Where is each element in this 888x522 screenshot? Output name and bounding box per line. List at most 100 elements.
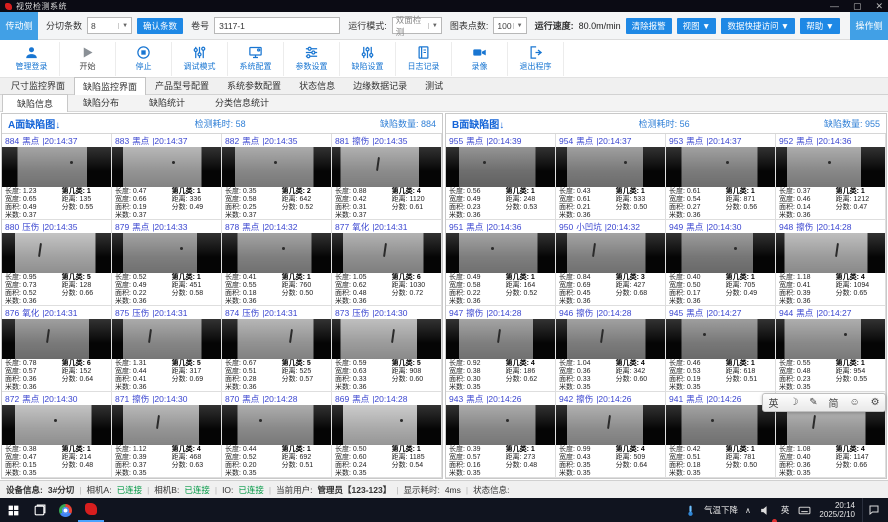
defect-cell[interactable]: 949黑点|20:14:30长度: 0.40第几类: 1宽度: 0.50距离: …	[666, 220, 776, 306]
defect-image[interactable]	[666, 319, 775, 359]
weather-icon[interactable]	[683, 498, 697, 522]
defect-cell[interactable]: 948擦伤|20:14:28长度: 1.18第几类: 4宽度: 0.41距离: …	[776, 220, 886, 306]
tab-main-5[interactable]: 状态信息	[290, 76, 344, 94]
tab-sub-1[interactable]: 缺陷信息	[2, 94, 68, 112]
action-login-button[interactable]: 管理登录	[4, 42, 60, 76]
tab-sub-3[interactable]: 缺陷统计	[134, 93, 200, 111]
defect-image[interactable]	[2, 233, 111, 273]
volume-icon[interactable]	[758, 498, 774, 522]
data-quick-access-button[interactable]: 数据快捷访问 ▼	[721, 18, 795, 34]
tab-main-1[interactable]: 尺寸监控界面	[2, 76, 74, 94]
slit-count-select[interactable]: 8▼	[87, 17, 132, 34]
defect-cell[interactable]: 870黑点|20:14:28长度: 0.44第几类: 1宽度: 0.52距离: …	[222, 392, 332, 478]
tab-main-4[interactable]: 系统参数配置	[218, 76, 290, 94]
defect-cell[interactable]: 947擦伤|20:14:28长度: 0.92第几类: 4宽度: 0.38距离: …	[446, 306, 556, 392]
defect-image[interactable]	[776, 233, 885, 273]
defect-image[interactable]	[446, 233, 555, 273]
confirm-count-button[interactable]: 确认条数	[137, 18, 183, 34]
defect-cell[interactable]: 945黑点|20:14:27长度: 0.46第几类: 1宽度: 0.53距离: …	[666, 306, 776, 392]
defect-cell[interactable]: 884黑点|20:14:37长度: 1.23第几类: 1宽度: 0.65距离: …	[2, 134, 112, 220]
defect-image[interactable]	[112, 405, 221, 445]
action-param-settings-button[interactable]: 参数设置	[284, 42, 340, 76]
run-mode-select[interactable]: 双面检测▼	[392, 17, 442, 34]
moon-icon[interactable]: ☽	[789, 397, 798, 408]
action-start-button[interactable]: 开始	[60, 42, 116, 76]
defect-cell[interactable]: 942擦伤|20:14:26长度: 0.99第几类: 4宽度: 0.43距离: …	[556, 392, 666, 478]
emoji-icon[interactable]: ☺	[849, 397, 859, 408]
defect-image[interactable]	[556, 319, 665, 359]
help-menu-button[interactable]: 帮助 ▼	[800, 18, 840, 34]
defect-cell[interactable]: 877氧化|20:14:31长度: 1.05第几类: 6宽度: 0.62距离: …	[332, 220, 442, 306]
start-button-icon[interactable]	[0, 498, 26, 522]
view-menu-button[interactable]: 视图 ▼	[677, 18, 717, 34]
defect-image[interactable]	[446, 319, 555, 359]
defect-cell[interactable]: 883黑点|20:14:37长度: 0.47第几类: 1宽度: 0.66距离: …	[112, 134, 222, 220]
defect-image[interactable]	[666, 233, 775, 273]
defect-cell[interactable]: 881擦伤|20:14:35长度: 0.88第几类: 4宽度: 0.42距离: …	[332, 134, 442, 220]
drive-side-button[interactable]: 传动侧	[0, 12, 38, 40]
settings-icon[interactable]: ⚙	[871, 397, 880, 408]
defect-image[interactable]	[2, 319, 111, 359]
defect-cell[interactable]: 876氧化|20:14:31长度: 0.78第几类: 6宽度: 0.57距离: …	[2, 306, 112, 392]
defect-image[interactable]	[332, 147, 441, 187]
defect-image[interactable]	[666, 405, 775, 445]
defect-cell[interactable]: 874压伤|20:14:31长度: 0.67第几类: 5宽度: 0.51距离: …	[222, 306, 332, 392]
action-center-icon[interactable]	[862, 498, 884, 522]
action-debug-mode-button[interactable]: 调试模式	[172, 42, 228, 76]
defect-cell[interactable]: 943黑点|20:14:26长度: 0.39第几类: 1宽度: 0.57距离: …	[446, 392, 556, 478]
tab-main-2[interactable]: 缺陷监控界面	[74, 77, 146, 95]
defect-cell[interactable]: 869黑点|20:14:28长度: 0.50第几类: 1宽度: 0.60距离: …	[332, 392, 442, 478]
defect-image[interactable]	[222, 233, 331, 273]
defect-cell[interactable]: 951黑点|20:14:36长度: 0.49第几类: 1宽度: 0.58距离: …	[446, 220, 556, 306]
panel-b-title[interactable]: B面缺陷图↓	[452, 116, 504, 131]
simplified-icon[interactable]: 简	[829, 395, 839, 410]
defect-cell[interactable]: 953黑点|20:14:37长度: 0.61第几类: 1宽度: 0.54距离: …	[666, 134, 776, 220]
pen-icon[interactable]: ✎	[809, 397, 817, 408]
defect-image[interactable]	[222, 405, 331, 445]
action-system-config-button[interactable]: 系统配置	[228, 42, 284, 76]
defect-cell[interactable]: 952黑点|20:14:36长度: 0.37第几类: 1宽度: 0.46距离: …	[776, 134, 886, 220]
defect-cell[interactable]: 941黑点|20:14:26长度: 0.42第几类: 1宽度: 0.51距离: …	[666, 392, 776, 478]
operator-side-button[interactable]: 操作侧	[850, 12, 888, 40]
defect-image[interactable]	[2, 147, 111, 187]
clear-alarm-button[interactable]: 清除报警	[626, 18, 672, 34]
panel-a-title[interactable]: A面缺陷图↓	[8, 116, 60, 131]
action-defect-settings-button[interactable]: 缺陷设置	[340, 42, 396, 76]
defect-image[interactable]	[666, 147, 775, 187]
action-log-record-button[interactable]: 日志记录	[396, 42, 452, 76]
tab-sub-4[interactable]: 分类信息统计	[200, 93, 284, 111]
defect-cell[interactable]: 873压伤|20:14:30长度: 0.59第几类: 5宽度: 0.63距离: …	[332, 306, 442, 392]
defect-image[interactable]	[332, 319, 441, 359]
maximize-icon[interactable]: ▢	[853, 0, 862, 12]
clock[interactable]: 20:14 2025/2/10	[819, 501, 855, 519]
defect-image[interactable]	[446, 147, 555, 187]
defect-image[interactable]	[112, 233, 221, 273]
defect-cell[interactable]: 872黑点|20:14:30长度: 0.38第几类: 1宽度: 0.47距离: …	[2, 392, 112, 478]
action-video-record-button[interactable]: 录像	[452, 42, 508, 76]
defect-image[interactable]	[112, 147, 221, 187]
defect-cell[interactable]: 950小凹坑|20:14:32长度: 0.84第几类: 3宽度: 0.69距离:…	[556, 220, 666, 306]
inspection-app-taskbar-icon[interactable]	[78, 498, 104, 522]
defect-image[interactable]	[776, 319, 885, 359]
defect-image[interactable]	[446, 405, 555, 445]
defect-image[interactable]	[222, 319, 331, 359]
defect-image[interactable]	[556, 233, 665, 273]
roll-number-input[interactable]: 3117-1	[214, 17, 340, 34]
defect-cell[interactable]: 882黑点|20:14:35长度: 0.35第几类: 2宽度: 0.58距离: …	[222, 134, 332, 220]
defect-image[interactable]	[222, 147, 331, 187]
tray-expand-icon[interactable]: ∧	[745, 506, 751, 515]
defect-cell[interactable]: 871擦伤|20:14:30长度: 1.12第几类: 4宽度: 0.39距离: …	[112, 392, 222, 478]
defect-cell[interactable]: 944黑点|20:14:27长度: 0.55第几类: 1宽度: 0.48距离: …	[776, 306, 886, 392]
tab-sub-2[interactable]: 缺陷分布	[68, 93, 134, 111]
defect-cell[interactable]: 879黑点|20:14:33长度: 0.52第几类: 1宽度: 0.49距离: …	[112, 220, 222, 306]
defect-cell[interactable]: 878黑点|20:14:32长度: 0.41第几类: 1宽度: 0.55距离: …	[222, 220, 332, 306]
keyboard-icon[interactable]	[796, 498, 812, 522]
chart-points-select[interactable]: 100▼	[493, 17, 526, 34]
action-exit-program-button[interactable]: 退出程序	[508, 42, 564, 76]
defect-cell[interactable]: 954黑点|20:14:37长度: 0.43第几类: 1宽度: 0.61距离: …	[556, 134, 666, 220]
defect-image[interactable]	[556, 405, 665, 445]
tab-main-3[interactable]: 产品型号配置	[146, 76, 218, 94]
defect-image[interactable]	[332, 405, 441, 445]
browser-icon[interactable]	[52, 498, 78, 522]
defect-image[interactable]	[776, 147, 885, 187]
